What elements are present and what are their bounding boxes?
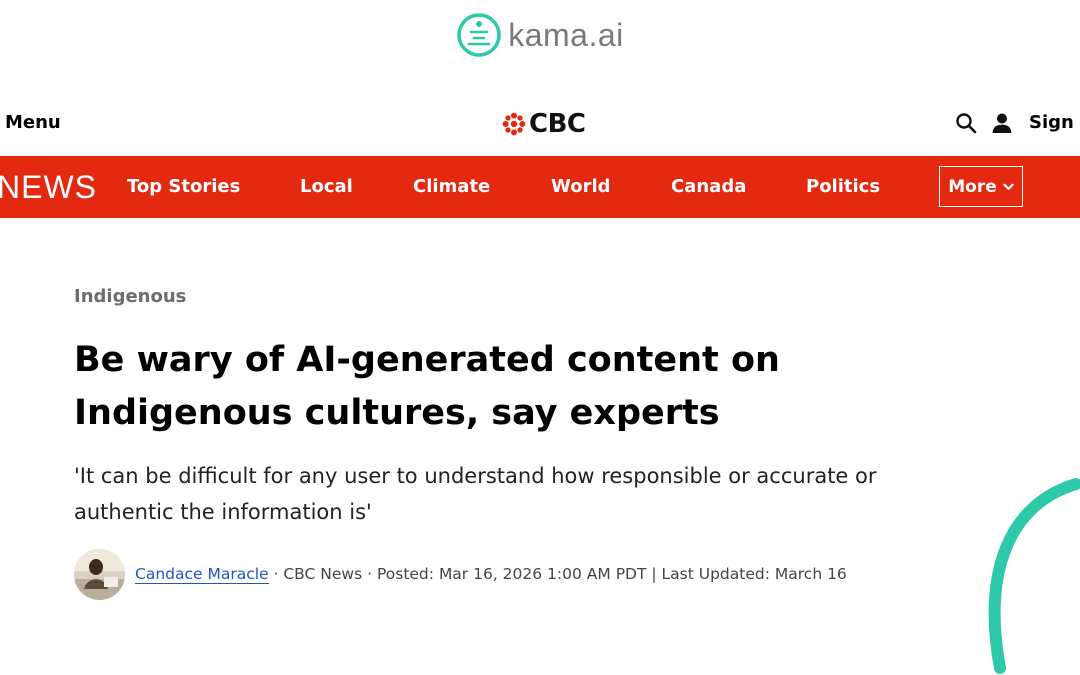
updated-label: Last Updated: bbox=[661, 565, 770, 583]
article-headline: Be wary of AI-generated content on Indig… bbox=[74, 334, 934, 440]
posted-label: Posted: bbox=[376, 565, 434, 583]
posted-date: Mar 16, 2026 1:00 AM PDT bbox=[438, 565, 647, 583]
kama-header: kama.ai bbox=[0, 12, 1080, 58]
nav-item-climate[interactable]: Climate bbox=[413, 176, 490, 197]
page: kama.ai Menu CBC Sign NEWS Top Stories L… bbox=[0, 0, 1080, 675]
outlet-name: CBC News bbox=[283, 565, 363, 583]
cbc-gem-icon bbox=[502, 112, 526, 136]
headline-line-2: Indigenous cultures, say experts bbox=[74, 393, 720, 433]
cbc-top-bar: Menu CBC Sign In bbox=[0, 100, 1080, 150]
chevron-down-icon bbox=[1003, 183, 1014, 190]
main-nav: NEWS Top Stories Local Climate World Can… bbox=[0, 156, 1080, 218]
kama-brand-text: kama.ai bbox=[508, 16, 624, 53]
search-icon[interactable] bbox=[955, 112, 977, 134]
byline-separator: · bbox=[362, 565, 377, 583]
more-menu-button[interactable]: More bbox=[939, 166, 1023, 207]
nav-item-top-stories[interactable]: Top Stories bbox=[127, 176, 240, 197]
nav-item-politics[interactable]: Politics bbox=[806, 176, 880, 197]
dek-line-1: 'It can be difficult for any user to und… bbox=[74, 464, 877, 488]
article-dek: 'It can be difficult for any user to und… bbox=[74, 458, 1014, 530]
nav-item-local[interactable]: Local bbox=[300, 176, 353, 197]
nav-item-world[interactable]: World bbox=[551, 176, 611, 197]
byline-divider: | bbox=[646, 565, 662, 583]
decorative-swoosh-icon bbox=[988, 478, 1080, 674]
kama-ai-logo-icon bbox=[457, 13, 501, 57]
avatar-photo-icon bbox=[74, 548, 125, 600]
nav-item-canada[interactable]: Canada bbox=[671, 176, 746, 197]
dek-line-2: authentic the information is' bbox=[74, 500, 372, 524]
byline-separator: · bbox=[268, 565, 284, 583]
user-icon[interactable] bbox=[991, 112, 1013, 134]
cbc-logo[interactable]: CBC bbox=[502, 109, 586, 139]
cbc-wordmark: CBC bbox=[529, 109, 586, 139]
sign-in-button[interactable]: Sign In bbox=[1029, 112, 1080, 133]
article-category[interactable]: Indigenous bbox=[74, 286, 186, 307]
more-label: More bbox=[948, 176, 997, 197]
menu-button[interactable]: Menu bbox=[5, 112, 61, 133]
byline: Candace Maracle · CBC News · Posted: Mar… bbox=[74, 548, 847, 600]
news-brand[interactable]: NEWS bbox=[0, 169, 97, 206]
updated-date: March 16 bbox=[774, 565, 847, 583]
headline-line-1: Be wary of AI-generated content on bbox=[74, 340, 780, 380]
author-link[interactable]: Candace Maracle bbox=[135, 565, 269, 584]
author-avatar[interactable] bbox=[74, 548, 125, 600]
